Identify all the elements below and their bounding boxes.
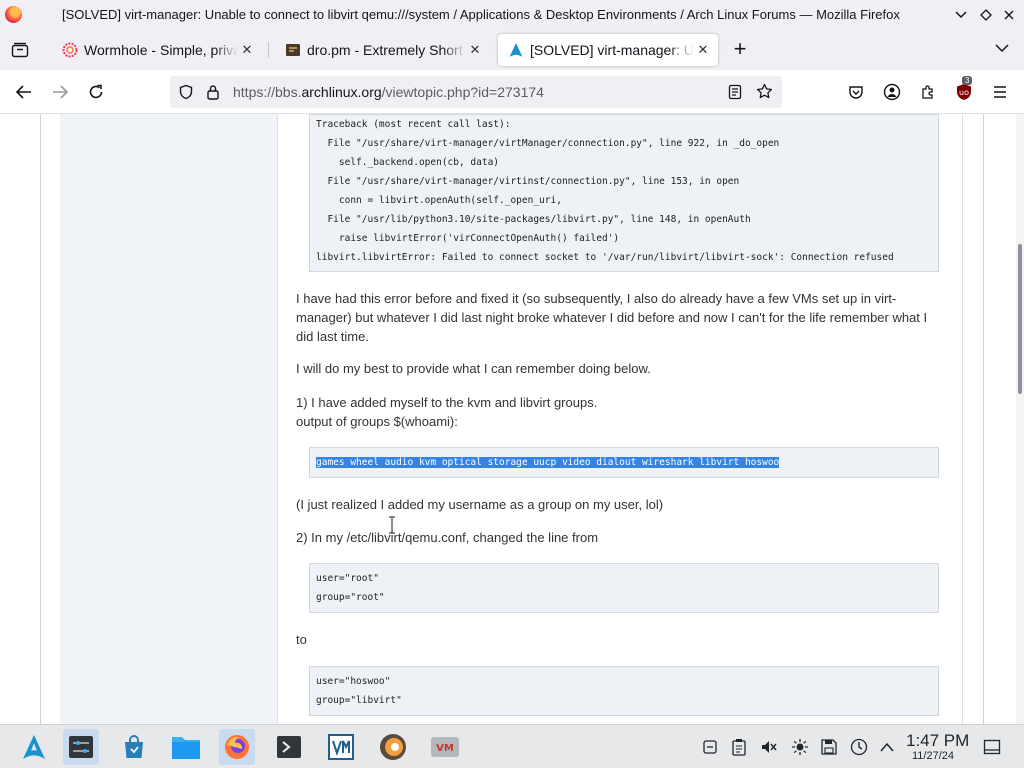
arch-launcher-icon[interactable] xyxy=(16,729,52,765)
brightness-icon[interactable] xyxy=(790,737,810,757)
firefox-icon[interactable] xyxy=(219,729,255,765)
code-from[interactable]: user="root" group="root" xyxy=(310,564,938,607)
reader-view-icon[interactable] xyxy=(728,84,742,100)
clock-time[interactable]: 1:47 PM xyxy=(906,731,969,751)
post-paragraph: 1) I have added myself to the kvm and li… xyxy=(296,395,598,410)
tab-label: Wormhole - Simple, private file sharing xyxy=(84,42,238,58)
clipboard-icon[interactable] xyxy=(729,737,749,757)
ublock-origin-icon: uo xyxy=(957,84,971,100)
page-scrollbar[interactable] xyxy=(1016,114,1024,724)
pocket-icon xyxy=(849,86,863,99)
close-tab-icon[interactable]: ✕ xyxy=(466,42,484,58)
file-manager-icon[interactable] xyxy=(168,729,204,765)
tab-label: [SOLVED] virt-manager: Unable to connect xyxy=(530,42,694,58)
code-to[interactable]: user="hoswoo" group="libvirt" xyxy=(310,667,938,710)
close-tab-icon[interactable]: ✕ xyxy=(238,42,256,58)
traceback-code[interactable]: Traceback (most recent call last): File … xyxy=(310,115,938,267)
arch-icon xyxy=(509,43,523,57)
maximize-diamond-icon[interactable] xyxy=(975,4,997,26)
system-settings-icon[interactable] xyxy=(63,729,99,765)
taskbar: VM 1:47 PM 11/27/24 xyxy=(0,724,1024,768)
reload-icon xyxy=(89,84,103,99)
post-paragraph: I will do my best to provide what I can … xyxy=(296,361,651,376)
traceback-codebox: Traceback (most recent call last): File … xyxy=(309,114,939,272)
show-hidden-tray-chevron-icon[interactable] xyxy=(877,737,897,757)
puzzle-piece-icon xyxy=(922,85,933,99)
back-button[interactable] xyxy=(12,80,36,104)
post-paragraph: to xyxy=(296,632,307,647)
minimize-chevron-icon[interactable] xyxy=(950,4,972,26)
shield-icon[interactable] xyxy=(178,84,194,100)
vm-icon[interactable]: VM xyxy=(427,729,463,765)
back-arrow-icon xyxy=(15,85,31,99)
address-bar[interactable]: https://bbs.archlinux.org/viewtopic.php?… xyxy=(170,76,782,108)
pocket-button[interactable] xyxy=(844,80,868,104)
page-frame-right xyxy=(983,114,984,724)
qemu-conf-to-codebox: user="hoswoo" group="libvirt" xyxy=(309,666,939,716)
device-notifier-icon[interactable] xyxy=(700,737,720,757)
forward-arrow-icon xyxy=(53,85,69,99)
post-paragraph: (I just realized I added my username as … xyxy=(296,497,664,512)
post-paragraph: I have had this error before and fixed i… xyxy=(296,291,928,344)
clock-date[interactable]: 11/27/24 xyxy=(912,750,954,762)
app-menu-button[interactable] xyxy=(988,80,1012,104)
page-content: Traceback (most recent call last): File … xyxy=(0,114,1024,724)
tab-archlinux-forum[interactable]: [SOLVED] virt-manager: Unable to connect… xyxy=(498,34,718,66)
volume-muted-icon[interactable] xyxy=(759,737,779,757)
discover-store-icon[interactable] xyxy=(116,729,152,765)
show-desktop-icon[interactable] xyxy=(982,737,1002,757)
reload-button[interactable] xyxy=(84,80,108,104)
tab-strip: Wormhole - Simple, private file sharing … xyxy=(0,30,1024,70)
post-author-column xyxy=(60,114,277,724)
dropm-icon xyxy=(286,44,300,56)
list-all-tabs-icon[interactable] xyxy=(994,40,1014,60)
tab-wormhole[interactable]: Wormhole - Simple, private file sharing … xyxy=(52,34,262,66)
window-titlebar: [SOLVED] virt-manager: Unable to connect… xyxy=(0,0,1024,30)
window-title: [SOLVED] virt-manager: Unable to connect… xyxy=(62,7,900,22)
svg-text:VM: VM xyxy=(436,743,454,754)
extensions-button[interactable] xyxy=(916,80,940,104)
qemu-conf-from-codebox: user="root" group="root" xyxy=(309,563,939,613)
url-text[interactable]: https://bbs.archlinux.org/viewtopic.php?… xyxy=(233,84,544,100)
tab-label: dro.pm - Extremely Short URL xyxy=(307,42,466,58)
hamburger-menu-icon xyxy=(994,86,1006,98)
firefox-logo-icon xyxy=(5,6,22,23)
wormhole-icon xyxy=(62,42,78,58)
page-frame-left xyxy=(40,114,41,724)
tab-dropm[interactable]: dro.pm - Extremely Short URL ✕ xyxy=(275,34,490,66)
text-cursor-icon xyxy=(389,516,395,534)
ublock-origin-button[interactable]: uo 3 xyxy=(952,76,976,104)
scrollbar-thumb[interactable] xyxy=(1018,244,1022,394)
selected-text[interactable]: games wheel audio kvm optical storage uu… xyxy=(316,457,780,468)
groups-codebox: games wheel audio kvm optical storage uu… xyxy=(309,447,939,478)
navigation-toolbar: https://bbs.archlinux.org/viewtopic.php?… xyxy=(0,70,1024,114)
account-icon xyxy=(883,83,901,101)
svg-text:uo: uo xyxy=(959,88,969,97)
extension-badge: 3 xyxy=(962,76,973,85)
firefox-view-icon[interactable] xyxy=(8,38,32,62)
account-button[interactable] xyxy=(880,80,904,104)
lock-icon[interactable] xyxy=(206,84,220,100)
virt-manager-icon[interactable] xyxy=(323,729,359,765)
post-paragraph: output of groups $(whoami): xyxy=(296,414,458,429)
update-notifier-icon[interactable] xyxy=(849,737,869,757)
new-tab-button[interactable]: + xyxy=(728,38,752,62)
disk-save-icon[interactable] xyxy=(819,737,839,757)
forward-button[interactable] xyxy=(48,80,72,104)
close-tab-icon[interactable]: ✕ xyxy=(694,42,712,58)
blender-icon[interactable] xyxy=(375,729,411,765)
bookmark-star-icon[interactable] xyxy=(756,83,773,100)
close-window-icon[interactable] xyxy=(998,4,1020,26)
konsole-icon[interactable] xyxy=(271,729,307,765)
